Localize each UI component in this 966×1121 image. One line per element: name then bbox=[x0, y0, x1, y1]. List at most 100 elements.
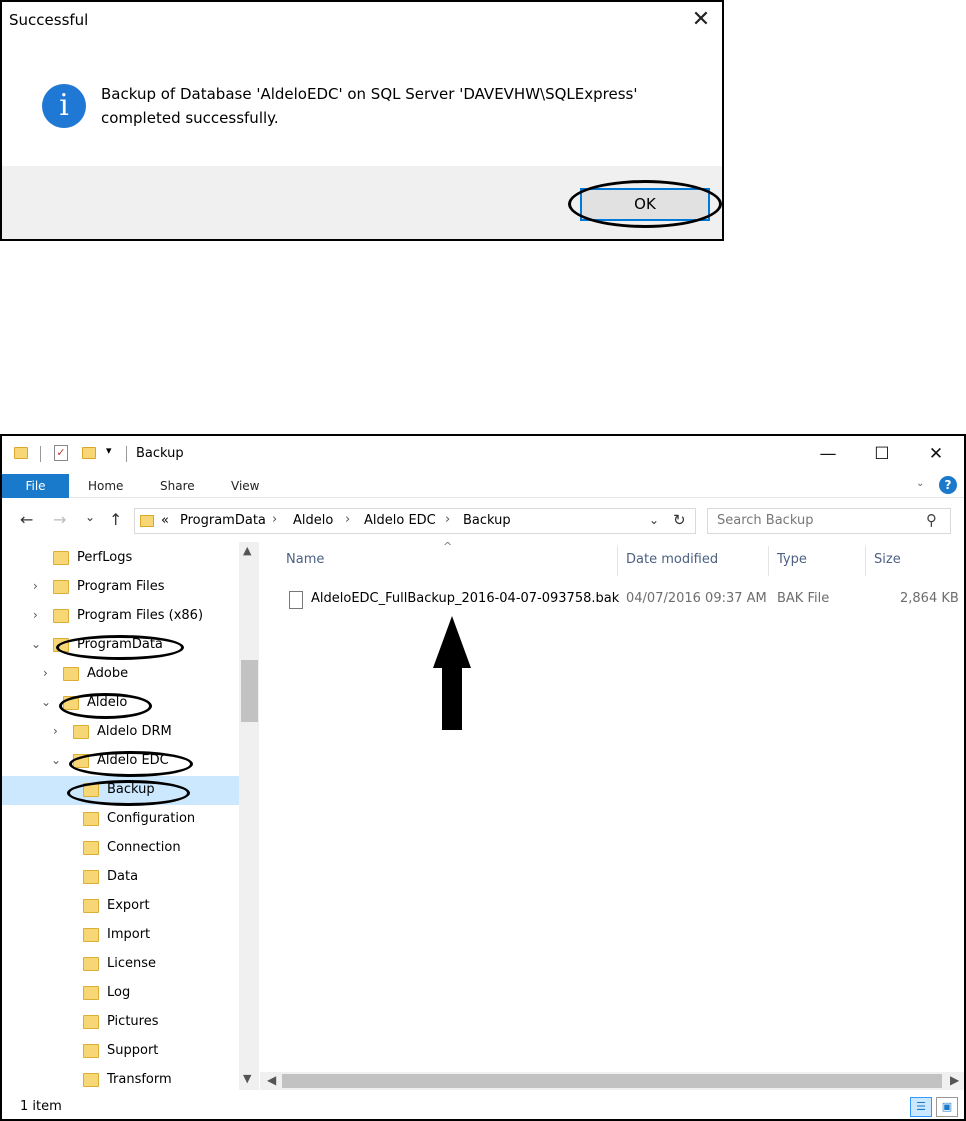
folder-icon bbox=[83, 986, 99, 1000]
title-bar: ✓ ▾ Backup — ☐ ✕ bbox=[2, 436, 964, 472]
scroll-up-icon[interactable]: ▲ bbox=[243, 544, 251, 557]
tree-item-adobe[interactable]: › Adobe bbox=[2, 660, 239, 689]
column-separator[interactable] bbox=[865, 546, 866, 576]
vertical-scrollbar[interactable]: ▲ ▼ bbox=[239, 542, 259, 1090]
tree-item-label: Configuration bbox=[107, 811, 196, 826]
file-date-modified: 04/07/2016 09:37 AM bbox=[626, 591, 767, 606]
tree-item-aldelo[interactable]: ⌄ Aldelo bbox=[2, 689, 239, 718]
tree-item-program-files[interactable]: › Program Files bbox=[2, 573, 239, 602]
address-overflow[interactable]: « bbox=[161, 513, 169, 528]
breadcrumb-aldelo-edc[interactable]: Aldelo EDC bbox=[364, 513, 436, 528]
tree-item-perflogs[interactable]: PerfLogs bbox=[2, 544, 239, 573]
horizontal-scrollbar[interactable]: ◀ ▶ bbox=[260, 1072, 964, 1090]
expand-ribbon-icon[interactable]: ⌄ bbox=[916, 478, 924, 489]
breadcrumb-programdata[interactable]: ProgramData bbox=[180, 513, 266, 528]
tab-share[interactable]: Share bbox=[160, 474, 195, 498]
column-header-date-modified[interactable]: Date modified bbox=[626, 552, 718, 567]
quick-access-dropdown-icon[interactable]: ▾ bbox=[106, 444, 112, 457]
file-list-pane: ^ Name Date modified Type Size AldeloEDC… bbox=[260, 540, 964, 1072]
tree-item-backup[interactable]: Backup bbox=[2, 776, 239, 805]
tree-item-log[interactable]: Log bbox=[2, 979, 239, 1008]
file-name[interactable]: AldeloEDC_FullBackup_2016-04-07-093758.b… bbox=[311, 591, 619, 606]
chevron-down-icon[interactable]: ⌄ bbox=[649, 513, 659, 527]
address-bar[interactable]: « ProgramData › Aldelo › Aldelo EDC › Ba… bbox=[134, 508, 696, 534]
success-dialog: Successful ✕ i Backup of Database 'Aldel… bbox=[0, 0, 724, 241]
back-arrow-icon[interactable]: ← bbox=[20, 510, 33, 529]
tree-item-configuration[interactable]: Configuration bbox=[2, 805, 239, 834]
minimize-button[interactable]: — bbox=[808, 440, 848, 468]
new-folder-icon[interactable] bbox=[82, 447, 96, 459]
tree-item-programdata[interactable]: ⌄ ProgramData bbox=[2, 631, 239, 660]
tree-item-label: Backup bbox=[107, 782, 155, 797]
scroll-thumb[interactable] bbox=[241, 660, 258, 722]
search-input[interactable]: Search Backup bbox=[717, 513, 813, 528]
search-icon[interactable]: ⚲ bbox=[926, 511, 937, 529]
ok-button[interactable]: OK bbox=[580, 188, 710, 221]
chevron-right-icon[interactable]: › bbox=[53, 724, 58, 738]
chevron-right-icon[interactable]: › bbox=[272, 512, 277, 527]
column-separator[interactable] bbox=[617, 546, 618, 576]
tab-view[interactable]: View bbox=[231, 474, 259, 498]
file-explorer-window: ✓ ▾ Backup — ☐ ✕ File Home Share View ⌄ … bbox=[0, 434, 966, 1121]
dialog-message-line2: completed successfully. bbox=[101, 109, 279, 127]
tree-item-data[interactable]: Data bbox=[2, 863, 239, 892]
chevron-right-icon[interactable]: › bbox=[445, 512, 450, 527]
chevron-right-icon[interactable]: › bbox=[43, 666, 48, 680]
tree-item-export[interactable]: Export bbox=[2, 892, 239, 921]
search-box[interactable]: Search Backup ⚲ bbox=[707, 508, 951, 534]
tree-item-label: Transform bbox=[107, 1072, 172, 1087]
tree-item-label: Support bbox=[107, 1043, 159, 1058]
column-header-size[interactable]: Size bbox=[874, 552, 901, 567]
chevron-right-icon[interactable]: › bbox=[345, 512, 350, 527]
tab-file[interactable]: File bbox=[2, 474, 69, 498]
folder-icon bbox=[53, 551, 69, 565]
tree-item-label: License bbox=[107, 956, 157, 971]
breadcrumb-aldelo[interactable]: Aldelo bbox=[293, 513, 333, 528]
recent-locations-icon[interactable]: ⌄ bbox=[85, 510, 95, 524]
column-separator[interactable] bbox=[768, 546, 769, 576]
column-header-type[interactable]: Type bbox=[777, 552, 807, 567]
breadcrumb-backup[interactable]: Backup bbox=[463, 513, 511, 528]
tree-item-support[interactable]: Support bbox=[2, 1037, 239, 1066]
scroll-right-icon[interactable]: ▶ bbox=[950, 1073, 959, 1087]
chevron-down-icon[interactable]: ⌄ bbox=[41, 695, 51, 709]
scroll-thumb[interactable] bbox=[282, 1074, 942, 1088]
chevron-right-icon[interactable]: › bbox=[33, 579, 38, 593]
close-icon[interactable]: ✕ bbox=[688, 8, 714, 34]
tree-item-import[interactable]: Import bbox=[2, 921, 239, 950]
chevron-right-icon[interactable]: › bbox=[33, 608, 38, 622]
tree-item-license[interactable]: License bbox=[2, 950, 239, 979]
help-icon[interactable]: ? bbox=[939, 476, 957, 494]
details-view-icon[interactable]: ☰ bbox=[910, 1097, 932, 1117]
tree-item-program-files-x86[interactable]: › Program Files (x86) bbox=[2, 602, 239, 631]
maximize-button[interactable]: ☐ bbox=[862, 440, 902, 468]
tree-item-aldelo-drm[interactable]: › Aldelo DRM bbox=[2, 718, 239, 747]
folder-icon bbox=[83, 1044, 99, 1058]
tree-item-label: PerfLogs bbox=[77, 550, 133, 565]
tree-item-label: Log bbox=[107, 985, 131, 1000]
scroll-down-icon[interactable]: ▼ bbox=[243, 1072, 251, 1085]
toolbar-separator bbox=[126, 446, 127, 462]
close-button[interactable]: ✕ bbox=[916, 440, 956, 468]
file-type: BAK File bbox=[777, 591, 830, 606]
navigation-bar: ← → ⌄ ↑ « ProgramData › Aldelo › Aldelo … bbox=[2, 498, 964, 542]
column-header-name[interactable]: Name bbox=[286, 552, 324, 567]
status-bar: 1 item ☰ ▣ bbox=[2, 1090, 964, 1119]
chevron-down-icon[interactable]: ⌄ bbox=[31, 637, 41, 651]
large-icons-view-icon[interactable]: ▣ bbox=[936, 1097, 958, 1117]
refresh-icon[interactable]: ↻ bbox=[673, 511, 686, 529]
tree-item-aldelo-edc[interactable]: ⌄ Aldelo EDC bbox=[2, 747, 239, 776]
sort-ascending-icon: ^ bbox=[443, 540, 453, 553]
tab-home[interactable]: Home bbox=[88, 474, 123, 498]
tree-item-pictures[interactable]: Pictures bbox=[2, 1008, 239, 1037]
forward-arrow-icon[interactable]: → bbox=[53, 510, 66, 529]
up-arrow-icon[interactable]: ↑ bbox=[109, 510, 122, 529]
folder-icon bbox=[83, 957, 99, 971]
folder-icon bbox=[83, 812, 99, 826]
properties-icon[interactable]: ✓ bbox=[54, 445, 68, 461]
chevron-down-icon[interactable]: ⌄ bbox=[51, 753, 61, 767]
tree-item-label: Connection bbox=[107, 840, 181, 855]
tree-item-connection[interactable]: Connection bbox=[2, 834, 239, 863]
scroll-left-icon[interactable]: ◀ bbox=[267, 1073, 276, 1087]
tree-item-label: Import bbox=[107, 927, 151, 942]
